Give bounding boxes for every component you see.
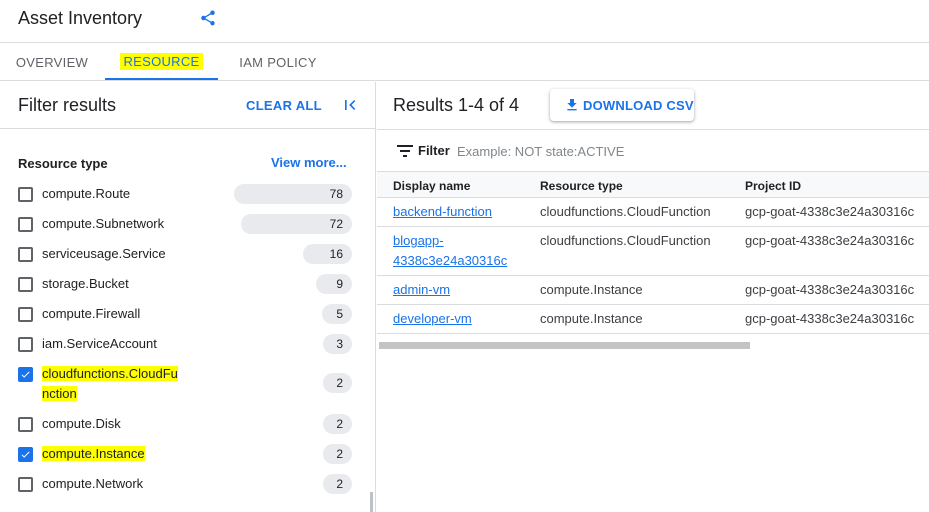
clear-all-button[interactable]: CLEAR ALL — [246, 98, 322, 113]
table-row: blogapp- 4338c3e24a30316c cloudfunctions.… — [377, 227, 929, 276]
display-name-link[interactable]: admin-vm — [393, 280, 450, 300]
facet-compute-disk[interactable]: compute.Disk 2 — [0, 413, 376, 443]
facet-checkbox[interactable] — [18, 337, 33, 352]
facet-checkbox[interactable] — [18, 417, 33, 432]
resource-type-cell: cloudfunctions.CloudFunction — [540, 204, 711, 219]
facet-compute-firewall[interactable]: compute.Firewall 5 — [0, 303, 376, 333]
facet-checkbox[interactable] — [18, 307, 33, 322]
facet-count: 2 — [323, 414, 352, 434]
project-id-cell: gcp-goat-4338c3e24a30316c — [745, 282, 915, 297]
download-csv-button[interactable]: DOWNLOAD CSV — [550, 89, 694, 121]
facet-count: 5 — [322, 304, 352, 324]
display-name-line2: 4338c3e24a30316c — [393, 253, 508, 268]
facet-checkbox[interactable] — [18, 187, 33, 202]
facet-label: serviceusage.Service — [42, 246, 166, 261]
filter-panel-scrollbar[interactable] — [370, 492, 373, 512]
tab-iam-policy-label: IAM POLICY — [239, 54, 317, 70]
facet-compute-subnetwork[interactable]: compute.Subnetwork 72 — [0, 213, 376, 243]
display-name-link[interactable]: blogapp- 4338c3e24a30316c — [393, 231, 507, 271]
column-header-resource-type[interactable]: Resource type — [540, 179, 623, 193]
facet-count: 2 — [323, 373, 352, 393]
display-name-link[interactable]: backend-function — [393, 202, 492, 222]
facet-label-line2: nction — [42, 386, 77, 401]
display-name-line1: blogapp- — [393, 233, 444, 248]
facet-checkbox[interactable] — [18, 477, 33, 492]
facet-count: 3 — [323, 334, 352, 354]
table-horizontal-scrollbar[interactable] — [379, 342, 750, 349]
tab-bar: OVERVIEW RESOURCE IAM POLICY — [0, 44, 929, 81]
table-row: backend-function cloudfunctions.CloudFun… — [377, 198, 929, 227]
project-id-cell: gcp-goat-4338c3e24a30316c — [745, 204, 915, 219]
facet-checkbox[interactable] — [18, 217, 33, 232]
project-id-cell: gcp-goat-4338c3e24a30316c — [745, 311, 915, 326]
view-more-link[interactable]: View more... — [271, 155, 347, 170]
facet-checkbox-checked[interactable] — [18, 367, 33, 382]
results-title: Results 1-4 of 4 — [393, 95, 520, 115]
tab-overview[interactable]: OVERVIEW — [0, 44, 104, 80]
checkmark-icon — [21, 451, 30, 458]
facet-label: iam.ServiceAccount — [42, 336, 157, 351]
resource-type-cell: compute.Instance — [540, 311, 643, 326]
facet-label: storage.Bucket — [42, 276, 129, 291]
filter-icon — [397, 145, 413, 157]
checkmark-icon — [21, 371, 30, 378]
column-header-project-id[interactable]: Project ID — [745, 179, 801, 193]
facet-label: compute.Instance — [42, 444, 145, 464]
filter-label: Filter — [418, 143, 450, 158]
facet-storage-bucket[interactable]: storage.Bucket 9 — [0, 273, 376, 303]
download-csv-label: DOWNLOAD CSV — [583, 98, 694, 113]
facet-iam-serviceaccount[interactable]: iam.ServiceAccount 3 — [0, 333, 376, 363]
facet-compute-instance[interactable]: compute.Instance 2 — [0, 443, 376, 473]
facet-label: compute.Disk — [42, 416, 121, 431]
resource-type-cell: compute.Instance — [540, 282, 643, 297]
facet-serviceusage-service[interactable]: serviceusage.Service 16 — [0, 243, 376, 273]
share-icon[interactable] — [199, 9, 217, 27]
app-header: Asset Inventory — [0, 0, 929, 43]
facet-label-line1: cloudfunctions.CloudFu — [42, 366, 178, 381]
facet-count: 78 — [234, 184, 352, 204]
results-panel: Results 1-4 of 4 DOWNLOAD CSV Filter Dis… — [377, 82, 929, 512]
table-filter-bar: Filter — [377, 129, 929, 171]
resource-type-label: Resource type — [18, 156, 108, 171]
facet-count: 16 — [303, 244, 352, 264]
column-header-display-name[interactable]: Display name — [393, 179, 470, 193]
facet-cloudfunctions-cloudfunction[interactable]: cloudfunctions.CloudFu nction 2 — [0, 363, 376, 405]
table-filter-input[interactable] — [457, 139, 917, 163]
collapse-left-icon[interactable] — [340, 95, 360, 115]
facet-checkbox-checked[interactable] — [18, 447, 33, 462]
facet-label-text: compute.Instance — [42, 446, 145, 461]
tab-resource[interactable]: RESOURCE — [105, 44, 218, 80]
page-title: Asset Inventory — [18, 8, 143, 28]
facet-label: cloudfunctions.CloudFu nction — [42, 364, 178, 404]
display-name-link[interactable]: developer-vm — [393, 309, 472, 329]
table-row: admin-vm compute.Instance gcp-goat-4338c… — [377, 276, 929, 305]
project-id-cell: gcp-goat-4338c3e24a30316c — [745, 233, 915, 248]
facet-count: 2 — [323, 474, 352, 494]
facet-count: 2 — [323, 444, 352, 464]
facet-count: 9 — [316, 274, 352, 294]
tab-overview-label: OVERVIEW — [15, 54, 89, 70]
facet-compute-route[interactable]: compute.Route 78 — [0, 183, 376, 213]
tab-resource-label: RESOURCE — [120, 52, 203, 70]
download-icon — [567, 99, 577, 111]
facet-count: 72 — [241, 214, 352, 234]
table-header: Display name Resource type Project ID — [377, 171, 929, 198]
tab-iam-policy[interactable]: IAM POLICY — [226, 44, 330, 80]
facet-compute-network[interactable]: compute.Network 2 — [0, 473, 376, 503]
facet-label: compute.Firewall — [42, 306, 141, 321]
resource-type-cell: cloudfunctions.CloudFunction — [540, 233, 711, 248]
filter-panel: Filter results CLEAR ALL Resource type V… — [0, 82, 376, 512]
facet-checkbox[interactable] — [18, 277, 33, 292]
facet-label: compute.Network — [42, 476, 144, 491]
filter-panel-header: Filter results CLEAR ALL — [0, 82, 376, 129]
table-row: developer-vm compute.Instance gcp-goat-4… — [377, 305, 929, 334]
facet-checkbox[interactable] — [18, 247, 33, 262]
facet-label: compute.Subnetwork — [42, 216, 165, 231]
facet-label: compute.Route — [42, 186, 131, 201]
filter-panel-title: Filter results — [18, 95, 117, 115]
